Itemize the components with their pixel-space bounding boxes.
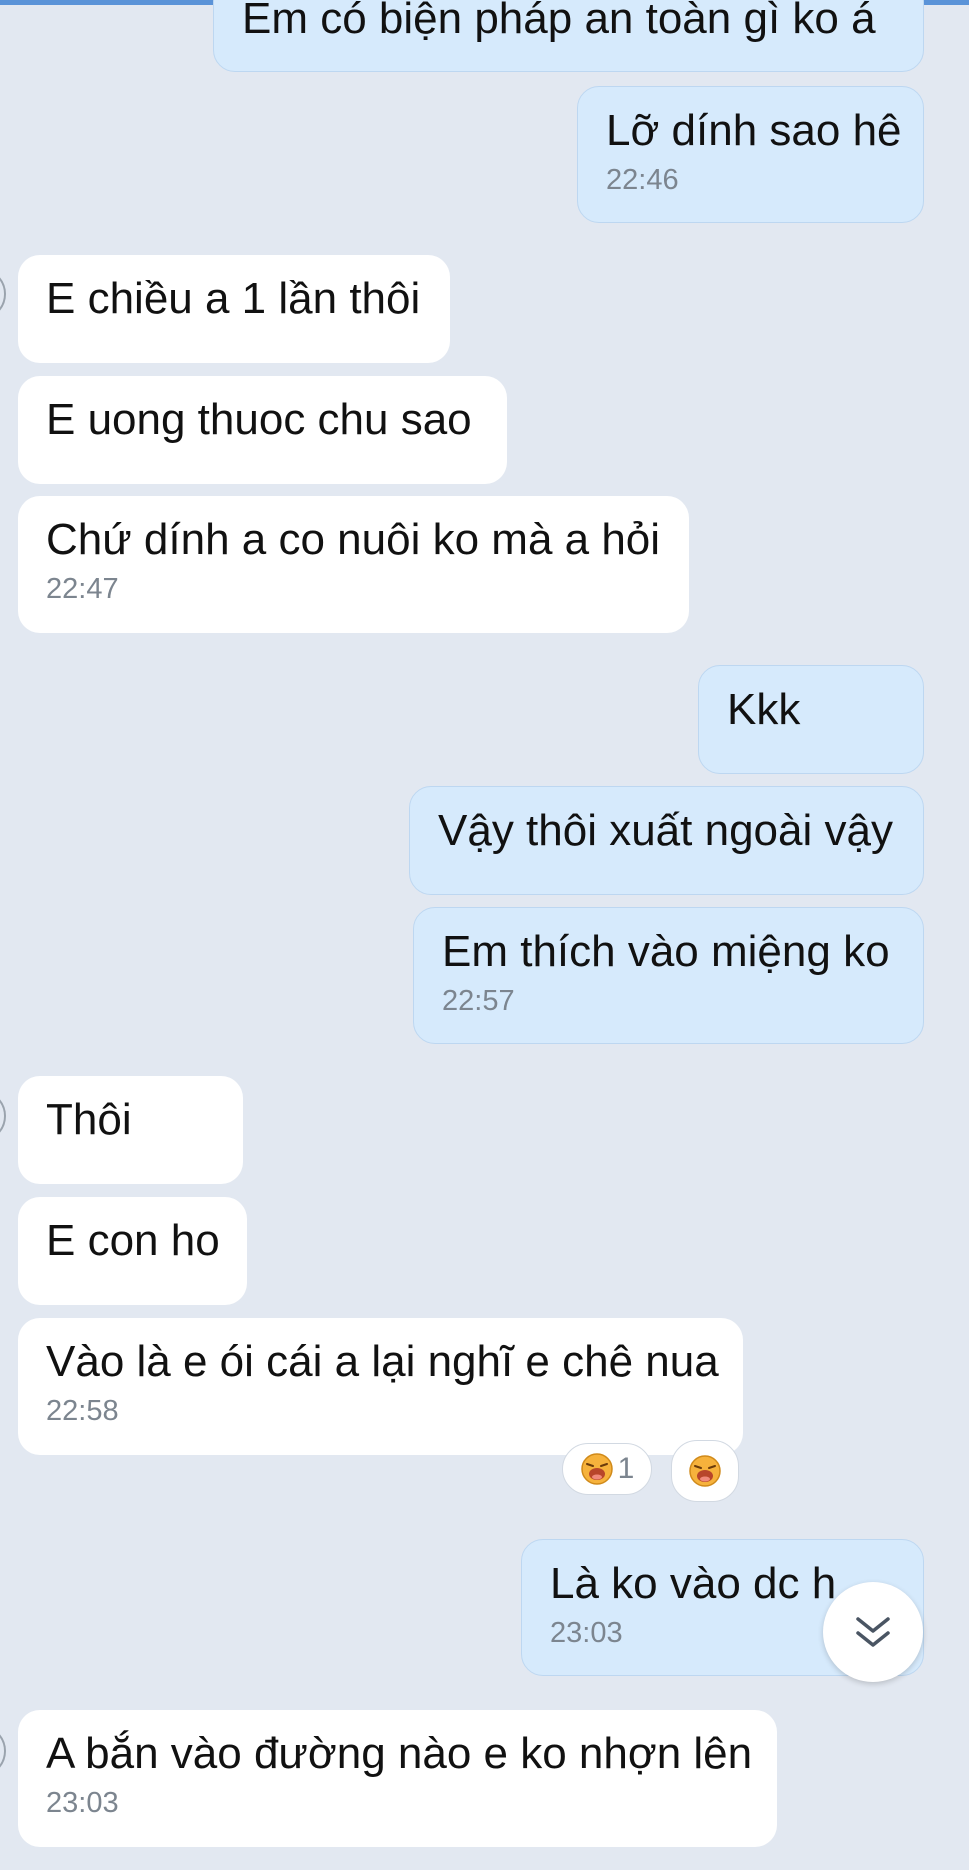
message-text: E uong thuoc chu sao (46, 395, 472, 444)
avatar[interactable] (0, 1090, 6, 1142)
message-text: A bắn vào đường nào e ko nhợn lên (46, 1729, 753, 1778)
message-text: Là ko vào dc h (550, 1559, 837, 1608)
message-bubble-theirs[interactable]: E con ho (18, 1197, 247, 1305)
message-bubble-mine[interactable]: Em có biện pháp an toàn gì ko á (213, 0, 924, 72)
avatar[interactable] (0, 268, 6, 320)
reaction-count: 1 (617, 1452, 635, 1485)
double-chevron-down-icon (856, 1617, 890, 1647)
message-bubble-mine[interactable]: Lỡ dính sao hê 22:46 (577, 86, 924, 223)
scroll-to-bottom-button[interactable] (823, 1582, 923, 1682)
message-time: 22:46 (606, 164, 679, 197)
message-bubble-mine[interactable]: Vậy thôi xuất ngoài vậy (409, 786, 924, 895)
message-bubble-theirs[interactable]: E uong thuoc chu sao (18, 376, 507, 484)
message-time: 22:47 (46, 573, 119, 606)
message-time: 23:03 (46, 1787, 119, 1820)
message-bubble-mine[interactable]: Em thích vào miệng ko 22:57 (413, 907, 924, 1044)
message-text: Em có biện pháp an toàn gì ko á (242, 0, 876, 43)
message-time: 22:58 (46, 1395, 119, 1428)
message-bubble-theirs[interactable]: Vào là e ói cái a lại nghĩ e chê nua 22:… (18, 1318, 743, 1455)
add-reaction-button[interactable] (671, 1440, 739, 1502)
message-text: Thôi (46, 1095, 132, 1144)
message-text: Em thích vào miệng ko (442, 927, 890, 976)
message-bubble-theirs[interactable]: Thôi (18, 1076, 243, 1184)
laughing-emoji-icon (689, 1455, 721, 1487)
message-text: Vậy thôi xuất ngoài vậy (438, 806, 893, 855)
message-text: Kkk (727, 685, 801, 734)
message-bubble-theirs[interactable]: A bắn vào đường nào e ko nhợn lên 23:03 (18, 1710, 777, 1847)
laughing-emoji-icon (580, 1453, 613, 1485)
avatar[interactable] (0, 1725, 6, 1777)
message-text: Vào là e ói cái a lại nghĩ e chê nua (46, 1337, 719, 1386)
message-bubble-theirs[interactable]: Chứ dính a co nuôi ko mà a hỏi 22:47 (18, 496, 689, 633)
reaction-count-badge[interactable]: 1 (562, 1443, 652, 1495)
message-text: E con ho (46, 1216, 220, 1265)
message-bubble-theirs[interactable]: E chiều a 1 lần thôi (18, 255, 450, 363)
message-text: Lỡ dính sao hê (606, 106, 902, 155)
message-text: E chiều a 1 lần thôi (46, 274, 421, 323)
message-bubble-mine[interactable]: Kkk (698, 665, 924, 774)
message-time: 22:57 (442, 985, 515, 1018)
message-text: Chứ dính a co nuôi ko mà a hỏi (46, 515, 661, 564)
